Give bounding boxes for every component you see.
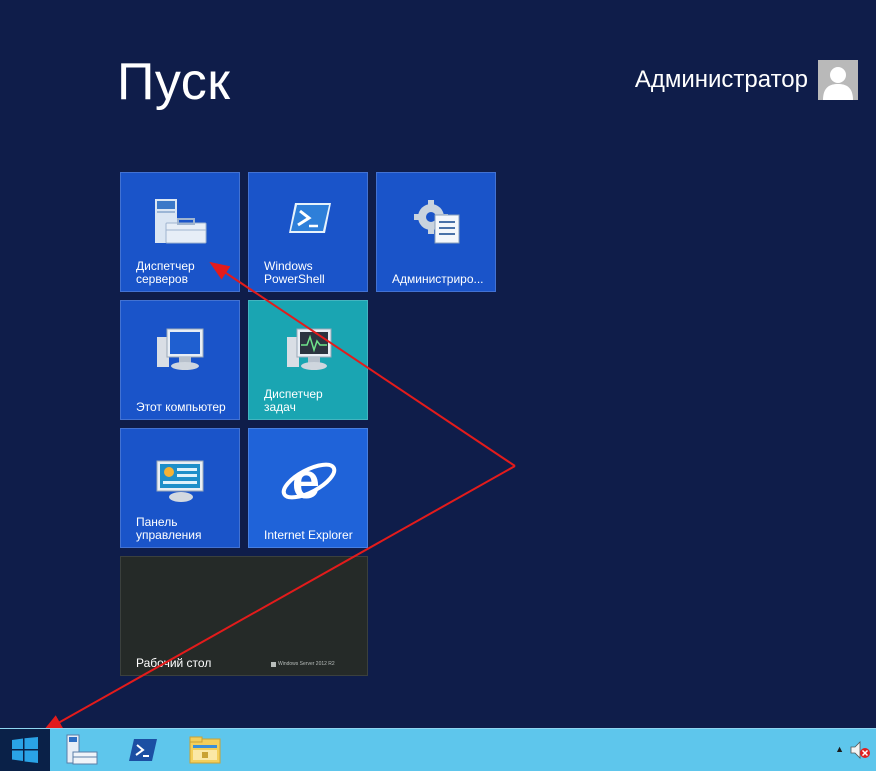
tile-administrative-tools[interactable]: Администриро...	[376, 172, 496, 292]
tile-this-pc[interactable]: Этот компьютер	[120, 300, 240, 420]
brand-text: Windows Server 2012 R2	[278, 661, 335, 667]
speaker-muted-icon[interactable]	[850, 740, 872, 765]
tile-label: Windows PowerShell	[264, 259, 325, 286]
taskbar-file-explorer[interactable]	[180, 731, 230, 769]
start-title: Пуск	[117, 53, 231, 111]
user-avatar-icon	[818, 60, 858, 100]
user-account[interactable]: Администратор	[635, 59, 858, 101]
svg-text:e: e	[292, 453, 320, 509]
internet-explorer-icon: e	[279, 451, 339, 514]
tile-desktop[interactable]: Рабочий стол Windows Server 2012 R2	[120, 556, 368, 676]
tile-server-manager[interactable]: Диспетчер серверов	[120, 172, 240, 292]
tile-label: Диспетчер задач	[264, 387, 323, 414]
powershell-icon	[287, 201, 333, 242]
tile-label: Internet Explorer	[264, 528, 353, 542]
tile-powershell[interactable]: Windows PowerShell	[248, 172, 368, 292]
tile-control-panel[interactable]: Панель управления	[120, 428, 240, 548]
windows-server-brand: Windows Server 2012 R2	[271, 661, 335, 667]
tile-label: Рабочий стол	[136, 656, 212, 670]
control-panel-icon	[155, 459, 207, 508]
user-name: Администратор	[634, 66, 808, 93]
tile-label: Администриро...	[392, 272, 484, 286]
taskbar-server-manager[interactable]	[56, 731, 106, 769]
powershell-icon	[129, 739, 157, 761]
tile-label: Этот компьютер	[136, 400, 226, 414]
tile-label: Диспетчер серверов	[136, 259, 195, 286]
tile-internet-explorer[interactable]: e Internet Explorer	[248, 428, 368, 548]
tile-label: Панель управления	[136, 515, 202, 542]
tile-task-manager[interactable]: Диспетчер задач	[248, 300, 368, 420]
admin-tools-icon	[413, 199, 463, 250]
computer-icon	[155, 325, 207, 378]
taskbar: ▲	[0, 728, 876, 771]
show-hidden-icons-arrow[interactable]: ▲	[835, 744, 844, 754]
start-button[interactable]	[0, 729, 50, 771]
taskbar-powershell[interactable]	[118, 731, 168, 769]
windows-logo-icon	[12, 737, 38, 763]
server-manager-icon	[154, 197, 208, 250]
file-explorer-icon	[189, 736, 221, 764]
task-manager-icon	[285, 325, 335, 378]
windows-logo-icon	[271, 661, 276, 667]
server-manager-icon	[66, 734, 98, 765]
